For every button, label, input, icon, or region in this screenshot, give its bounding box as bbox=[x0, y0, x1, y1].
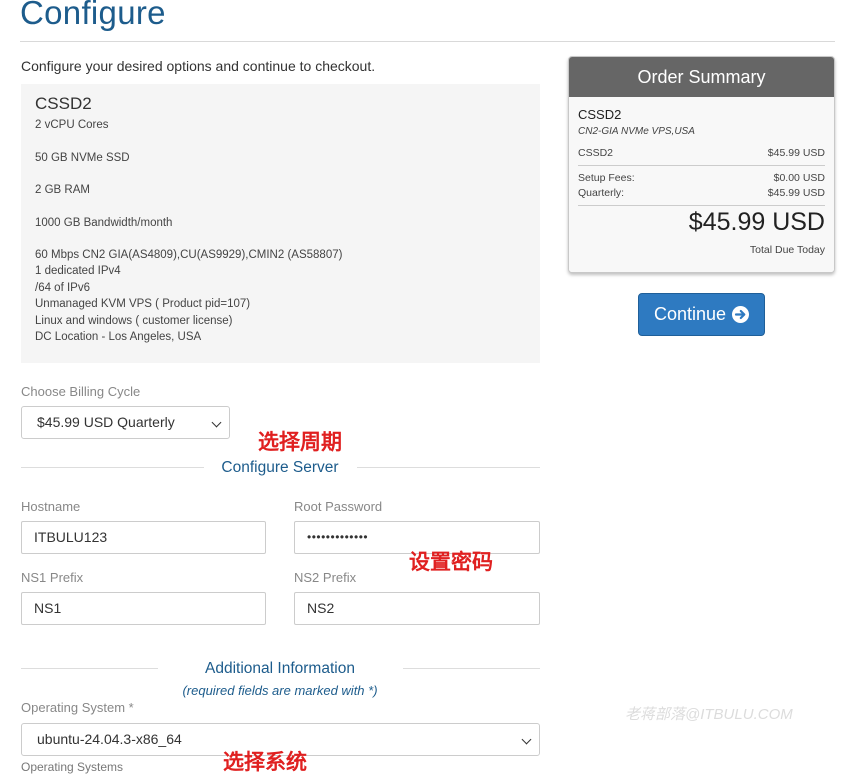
billing-cycle-value: $45.99 USD Quarterly bbox=[37, 414, 175, 430]
ns2-prefix-label: NS2 Prefix bbox=[294, 570, 357, 585]
section-divider-left bbox=[21, 467, 204, 468]
product-feature: DC Location - Los Angeles, USA bbox=[35, 331, 202, 343]
arrow-circle-right-icon bbox=[732, 306, 750, 323]
billing-cycle-label: Choose Billing Cycle bbox=[21, 384, 141, 399]
product-feature: 1 dedicated IPv4 bbox=[35, 265, 121, 277]
chevron-down-icon bbox=[521, 734, 532, 745]
order-summary-body: CSSD2 CN2-GIA NVMe VPS,USA CSSD2 $45.99 … bbox=[569, 97, 834, 272]
summary-product-group: CN2-GIA NVMe VPS,USA bbox=[578, 126, 695, 137]
annotation-os: 选择系统 bbox=[223, 750, 307, 774]
annotation-billing: 选择周期 bbox=[258, 430, 342, 454]
product-feature: 2 vCPU Cores bbox=[35, 119, 109, 131]
product-feature: /64 of IPv6 bbox=[35, 282, 90, 294]
chevron-down-icon bbox=[211, 417, 222, 428]
continue-button[interactable]: Continue bbox=[638, 293, 765, 336]
product-details-panel: CSSD2 2 vCPU Cores 50 GB NVMe SSD 2 GB R… bbox=[21, 84, 540, 363]
summary-cycle-price: Quarterly: $45.99 USD bbox=[578, 187, 825, 199]
hostname-input[interactable]: ITBULU123 bbox=[21, 521, 266, 554]
summary-divider bbox=[578, 165, 825, 166]
section-divider-right bbox=[357, 467, 540, 468]
operating-systems-sublabel: Operating Systems bbox=[21, 760, 124, 774]
order-summary-panel: Order Summary CSSD2 CN2-GIA NVMe VPS,USA… bbox=[568, 56, 835, 273]
product-feature: 1000 GB Bandwidth/month bbox=[35, 217, 173, 229]
page-title: Configure bbox=[20, 0, 166, 31]
order-summary-heading: Order Summary bbox=[569, 57, 834, 97]
setup-fees-label: Setup Fees: bbox=[578, 172, 635, 184]
summary-divider bbox=[578, 205, 825, 206]
cycle-price-label: Quarterly: bbox=[578, 187, 625, 199]
summary-product-name: CSSD2 bbox=[578, 107, 622, 122]
summary-total-label: Total Due Today bbox=[749, 244, 825, 256]
root-password-label: Root Password bbox=[294, 499, 383, 514]
operating-system-value: ubuntu-24.04.3-x86_64 bbox=[37, 731, 182, 747]
product-feature: 50 GB NVMe SSD bbox=[35, 152, 130, 164]
annotation-password: 设置密码 bbox=[409, 550, 493, 574]
summary-setup-fees: Setup Fees: $0.00 USD bbox=[578, 172, 825, 184]
cycle-price-value: $45.99 USD bbox=[767, 187, 825, 199]
setup-fees-value: $0.00 USD bbox=[773, 172, 825, 184]
required-fields-note: (required fields are marked with *) bbox=[182, 683, 378, 698]
summary-line-item: CSSD2 $45.99 USD bbox=[578, 147, 825, 159]
configure-server-heading: Configure Server bbox=[221, 459, 339, 476]
summary-line-label: CSSD2 bbox=[578, 147, 614, 159]
ns2-prefix-input[interactable]: NS2 bbox=[294, 592, 540, 625]
operating-system-label: Operating System * bbox=[21, 700, 134, 715]
summary-total: $45.99 USD bbox=[688, 208, 825, 236]
product-feature: 60 Mbps CN2 GIA(AS4809),CU(AS9929),CMIN2… bbox=[35, 249, 343, 261]
continue-label: Continue bbox=[653, 304, 727, 324]
watermark: 老蒋部落@ITBULU.COM bbox=[625, 706, 793, 723]
hostname-label: Hostname bbox=[21, 499, 81, 514]
product-name: CSSD2 bbox=[35, 94, 92, 113]
ns1-prefix-label: NS1 Prefix bbox=[21, 570, 84, 585]
summary-line-value: $45.99 USD bbox=[767, 147, 825, 159]
product-feature: Unmanaged KVM VPS ( Product pid=107) bbox=[35, 298, 251, 310]
title-divider bbox=[20, 41, 835, 42]
billing-cycle-select[interactable]: $45.99 USD Quarterly bbox=[21, 406, 230, 439]
product-feature: 2 GB RAM bbox=[35, 184, 90, 196]
product-feature: Linux and windows ( customer license) bbox=[35, 315, 233, 327]
section-divider-right bbox=[403, 668, 540, 669]
intro-text: Configure your desired options and conti… bbox=[21, 58, 376, 74]
additional-info-heading: Additional Information bbox=[205, 660, 355, 677]
section-divider-left bbox=[21, 668, 158, 669]
ns1-prefix-input[interactable]: NS1 bbox=[21, 592, 266, 625]
